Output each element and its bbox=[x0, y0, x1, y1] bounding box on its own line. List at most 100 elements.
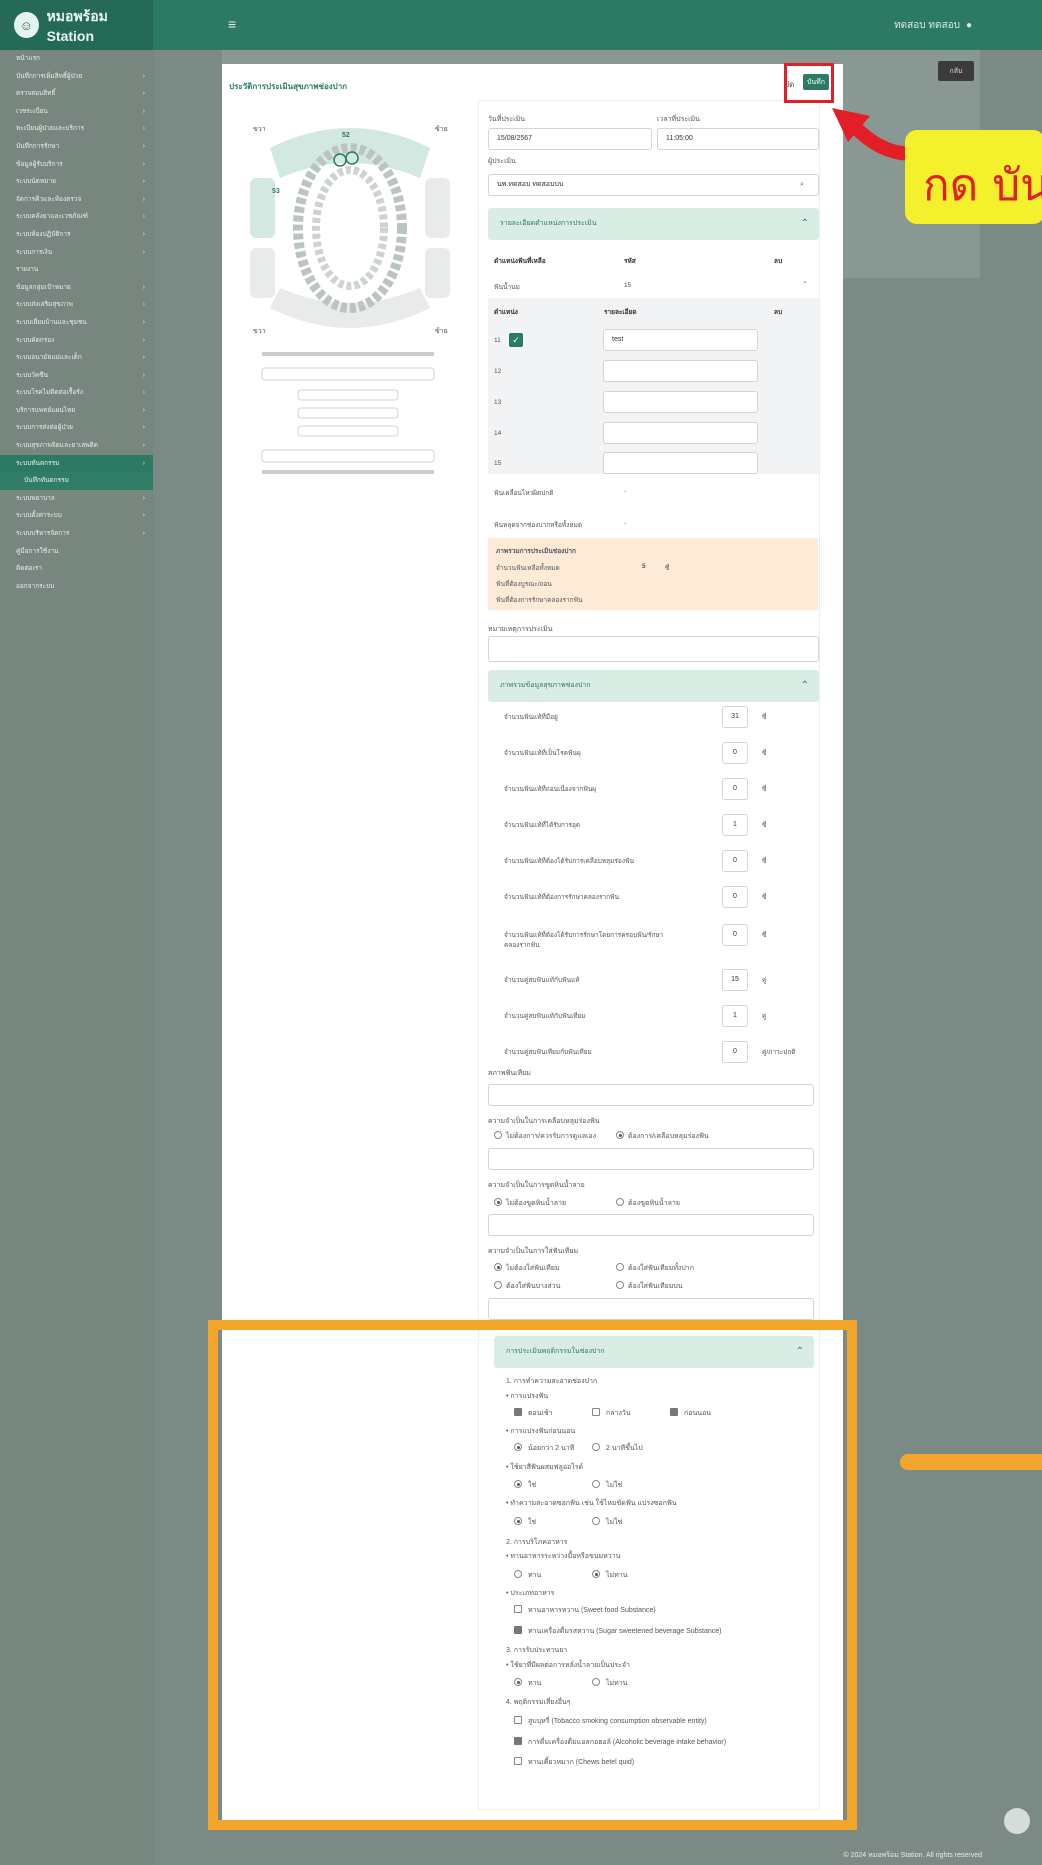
chart-label-upper-right-side: ขวา bbox=[253, 126, 266, 133]
q3-option-b-radio[interactable] bbox=[616, 1263, 624, 1271]
sub-row-detail-field[interactable] bbox=[603, 391, 758, 413]
chevron-right-icon: › bbox=[142, 90, 145, 98]
sidebar-item[interactable]: ระบบอนามัยแม่และเด็ก › bbox=[0, 349, 153, 367]
sidebar-item-label: บันทึกการรักษา bbox=[16, 142, 60, 150]
dental-chart bbox=[250, 128, 450, 328]
oral-row-value-field[interactable]: 1 bbox=[722, 814, 748, 836]
chat-icon[interactable] bbox=[1004, 1808, 1030, 1834]
oral-row-value-field[interactable]: 0 bbox=[722, 742, 748, 764]
sidebar-item[interactable]: ระบบโรคไม่ติดต่อเรื้อรัง › bbox=[0, 384, 153, 402]
sidebar-item[interactable]: ระบบคัดกรอง › bbox=[0, 332, 153, 350]
sidebar-item-label: ระบบอนามัยแม่และเด็ก bbox=[16, 354, 82, 362]
date-field[interactable]: 15/08/2567 bbox=[488, 128, 652, 150]
oral-row-value-field[interactable]: 0 bbox=[722, 924, 748, 946]
sidebar-item[interactable]: ระบบเยี่ยมบ้านและชุมชน › bbox=[0, 314, 153, 332]
sidebar-item[interactable]: บริการแพทย์แผนไทย › bbox=[0, 402, 153, 420]
sidebar-item-label: บริการแพทย์แผนไทย bbox=[16, 406, 76, 414]
q1-note-field[interactable] bbox=[488, 1148, 814, 1170]
q3-option-c-label: ต้องใส่ฟันบางส่วน bbox=[506, 1283, 561, 1290]
chevron-right-icon: › bbox=[142, 248, 145, 256]
assessor-select[interactable]: นพ.ทดสอบ ทดสอบบบ bbox=[488, 174, 819, 196]
sidebar-item[interactable]: ระบบบริหารจัดการ › bbox=[0, 525, 153, 543]
sidebar-item[interactable]: เวชระเบียน › bbox=[0, 103, 153, 121]
oral-row-value-field[interactable]: 0 bbox=[722, 886, 748, 908]
sub-row-detail-field[interactable] bbox=[603, 422, 758, 444]
q3-option-a-radio[interactable] bbox=[494, 1263, 502, 1271]
sidebar-item[interactable]: ระบบห้องปฏิบัติการ › bbox=[0, 226, 153, 244]
oral-row-label: จำนวนฟันแท้ที่ถอนเนื่องจากฟันผุ bbox=[504, 786, 597, 793]
sub-row-detail-field[interactable] bbox=[603, 360, 758, 382]
chevron-right-icon: › bbox=[142, 125, 145, 133]
check-icon[interactable]: ✓ bbox=[509, 333, 523, 347]
q3-option-c-radio[interactable] bbox=[494, 1281, 502, 1289]
sidebar-item-label: ระบบการส่งต่อผู้ป่วย bbox=[16, 424, 73, 432]
q3-option-d-radio[interactable] bbox=[616, 1281, 624, 1289]
back-button[interactable]: กลับ bbox=[938, 61, 974, 81]
sub-row-position: 13 bbox=[494, 399, 502, 406]
q2-option-a-radio[interactable] bbox=[494, 1198, 502, 1206]
pair-row-value-field[interactable]: 0 bbox=[722, 1041, 748, 1063]
summary-line-1-label: จำนวนฟันเหลือทั้งหมด bbox=[496, 565, 560, 572]
chevron-right-icon: › bbox=[142, 424, 145, 432]
sidebar-item[interactable]: ออกจากระบบ bbox=[0, 578, 153, 596]
chevron-right-icon: › bbox=[142, 406, 145, 414]
note-field[interactable] bbox=[488, 636, 819, 662]
sidebar-item[interactable]: ระบบสุขภาพจิตและยาเสพติด › bbox=[0, 437, 153, 455]
q2-note-field[interactable] bbox=[488, 1214, 814, 1236]
chart-label-52: 52 bbox=[342, 132, 350, 139]
chevron-up-icon[interactable]: ⌃ bbox=[802, 280, 807, 288]
pair-row-label: จำนวนคู่สบฟันแท้กับฟันแท้ bbox=[504, 977, 580, 984]
sidebar-item[interactable]: บันทึกการเพิ่มสิทธิ์ผู้ป่วย › bbox=[0, 68, 153, 86]
prosthesis-field[interactable] bbox=[488, 1084, 814, 1106]
tooth-grid-chart bbox=[261, 352, 435, 474]
q3-option-d-label: ต้องใส่ฟันเทียมบน bbox=[628, 1283, 683, 1290]
sidebar-item[interactable]: จัดการคิวและห้องตรวจ › bbox=[0, 191, 153, 209]
q1-option-a-radio[interactable] bbox=[494, 1131, 502, 1139]
brand[interactable]: ☺ หมอพร้อม Station bbox=[0, 0, 153, 50]
sidebar-item[interactable]: ระบบการส่งต่อผู้ป่วย › bbox=[0, 419, 153, 437]
sidebar-item[interactable]: ระบบส่งเสริมสุขภาพ › bbox=[0, 296, 153, 314]
sidebar-item[interactable]: รายงาน bbox=[0, 261, 153, 279]
pair-row-value-field[interactable]: 15 bbox=[722, 969, 748, 991]
sidebar-item[interactable]: ทะเบียนผู้ป่วยและบริการ › bbox=[0, 120, 153, 138]
sidebar-item[interactable]: บันทึกการรักษา › bbox=[0, 138, 153, 156]
chevron-right-icon: › bbox=[142, 530, 145, 538]
sidebar-item[interactable]: ข้อมูลผู้รับบริการ › bbox=[0, 156, 153, 174]
user-menu[interactable]: ทดสอบ ทดสอบ ● bbox=[894, 18, 972, 33]
sidebar-item-label: คู่มือการใช้งาน bbox=[16, 547, 59, 555]
chevron-right-icon: › bbox=[142, 336, 145, 344]
chevron-right-icon: › bbox=[142, 512, 145, 520]
q1-option-b-radio[interactable] bbox=[616, 1131, 624, 1139]
sidebar-item[interactable]: ระบบตั้งค่าระบบ › bbox=[0, 507, 153, 525]
q2-option-b-radio[interactable] bbox=[616, 1198, 624, 1206]
pair-row-value-field[interactable]: 1 bbox=[722, 1005, 748, 1027]
q3-option-a-label: ไม่ต้องใส่ฟันเทียม bbox=[506, 1265, 560, 1272]
sub-row-detail-field[interactable]: test bbox=[603, 329, 758, 351]
sidebar-item[interactable]: หน้าแรก bbox=[0, 50, 153, 68]
menu-toggle-icon[interactable]: ≡ bbox=[228, 16, 236, 32]
sidebar-item[interactable]: คู่มือการใช้งาน bbox=[0, 543, 153, 561]
oral-row-value-field[interactable]: 0 bbox=[722, 778, 748, 800]
oral-row-unit: ซี่ bbox=[762, 786, 767, 793]
sidebar-item-label: ข้อมูลกลุ่มเป้าหมาย bbox=[16, 283, 71, 291]
sidebar-item-label: ระบบคัดกรอง bbox=[16, 336, 55, 344]
sidebar-item[interactable]: ระบบคลังยาและเวชภัณฑ์ › bbox=[0, 208, 153, 226]
chevron-right-icon: › bbox=[142, 160, 145, 168]
extra-row-label: ฟันหลุดจากช่องปากหรือทั้งหมด bbox=[494, 522, 583, 529]
sidebar-item[interactable]: บันทึกทันตกรรม bbox=[0, 472, 153, 490]
oral-section-header[interactable]: ภาพรวมข้อมูลสุขภาพช่องปาก ⌃ bbox=[488, 670, 819, 702]
q3-note-field[interactable] bbox=[488, 1298, 814, 1320]
sidebar-item[interactable]: ข้อมูลกลุ่มเป้าหมาย › bbox=[0, 279, 153, 297]
sidebar-item[interactable]: ระบบทันตกรรม › bbox=[0, 454, 153, 473]
sidebar-item[interactable]: ติดต่อเรา bbox=[0, 560, 153, 578]
detail-section-header[interactable]: รายละเอียดตำแหน่งการประเมิน ⌃ bbox=[488, 208, 819, 240]
sidebar-item[interactable]: ระบบนัดหมาย › bbox=[0, 173, 153, 191]
sidebar-item[interactable]: ตรวจสอบสิทธิ์ › bbox=[0, 85, 153, 103]
oral-row-value-field[interactable]: 31 bbox=[722, 706, 748, 728]
sidebar-item[interactable]: ระบบวัคซีน › bbox=[0, 367, 153, 385]
sub-row-detail-field[interactable] bbox=[603, 452, 758, 474]
time-field[interactable]: 11:05:00 bbox=[657, 128, 819, 150]
sidebar-item[interactable]: ระบบการเงิน › bbox=[0, 244, 153, 262]
oral-row-value-field[interactable]: 0 bbox=[722, 850, 748, 872]
sidebar-item[interactable]: ระบบพยาบาล › bbox=[0, 490, 153, 508]
